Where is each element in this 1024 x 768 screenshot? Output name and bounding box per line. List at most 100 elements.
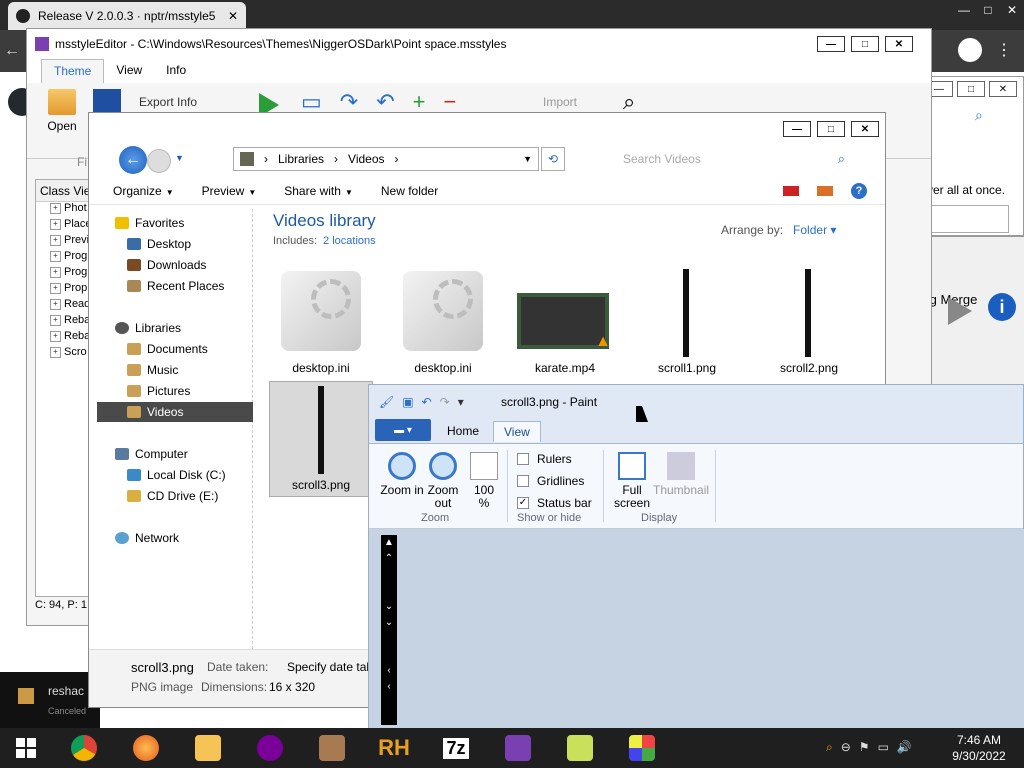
paint-menu-button[interactable]: ▬ ▾ bbox=[375, 419, 431, 441]
close-tab-icon[interactable]: ✕ bbox=[228, 9, 238, 23]
search-input[interactable]: Search Videos ⌕ bbox=[613, 147, 853, 171]
browser-tab[interactable]: Release V 2.0.0.3 · nptr/msstyle5 ✕ bbox=[8, 2, 246, 30]
tab-theme[interactable]: Theme bbox=[41, 59, 105, 83]
nav-pictures[interactable]: Pictures bbox=[127, 381, 283, 401]
info-icon[interactable]: i bbox=[988, 293, 1016, 321]
full-screen-button[interactable]: Full screen bbox=[609, 452, 655, 510]
taskbar-paint[interactable] bbox=[622, 732, 662, 764]
forward-button[interactable] bbox=[147, 149, 171, 173]
bg-maximize-button[interactable]: □ bbox=[957, 81, 985, 97]
zoom-in-button[interactable]: Zoom in bbox=[379, 452, 425, 497]
account-icon[interactable] bbox=[958, 38, 982, 62]
browser-back-icon[interactable]: ← bbox=[4, 42, 20, 60]
start-button[interactable] bbox=[6, 732, 46, 764]
tree-item[interactable]: Previ bbox=[36, 234, 94, 250]
back-button[interactable]: ← bbox=[119, 146, 147, 174]
redo-icon[interactable]: ↷ bbox=[440, 395, 450, 409]
taskbar-reshack-app[interactable] bbox=[312, 732, 352, 764]
help-icon[interactable]: ? bbox=[851, 183, 867, 199]
tree-item[interactable]: Read bbox=[36, 298, 94, 314]
nav-network[interactable]: Network bbox=[115, 528, 271, 548]
nav-documents[interactable]: Documents bbox=[127, 339, 283, 359]
locations-link[interactable]: 2 locations bbox=[323, 235, 376, 247]
new-folder-button[interactable]: New folder bbox=[381, 184, 438, 198]
save-icon[interactable]: ▣ bbox=[402, 395, 413, 409]
preview-pane-icon[interactable] bbox=[817, 186, 833, 196]
recent-pages-dropdown[interactable]: ▼ bbox=[175, 153, 184, 163]
close-button[interactable]: ✕ bbox=[885, 36, 913, 52]
paint-canvas-area[interactable]: ▲ ⌃ ⌄ ⌄ ‹ ‹ bbox=[369, 529, 1024, 729]
taskbar-7zip[interactable]: 7z bbox=[436, 732, 476, 764]
nav-local-disk[interactable]: Local Disk (C:) bbox=[127, 465, 283, 485]
taskbar-msstyle-editor[interactable] bbox=[498, 732, 538, 764]
play-icon[interactable] bbox=[948, 297, 972, 325]
tree-item[interactable]: Scro bbox=[36, 346, 94, 362]
customize-quick-access-icon[interactable]: ▾ bbox=[458, 395, 464, 409]
tree-item[interactable]: Phot bbox=[36, 202, 94, 218]
nav-desktop[interactable]: Desktop bbox=[127, 234, 283, 254]
browser-maximize-button[interactable]: □ bbox=[976, 0, 1000, 20]
import-button[interactable]: Import bbox=[543, 95, 577, 109]
file-item[interactable]: karate.mp4 bbox=[513, 265, 617, 375]
organize-button[interactable]: Organize ▼ bbox=[113, 184, 174, 198]
thumbnail-button[interactable]: Thumbnail bbox=[653, 452, 709, 497]
reshack-notification[interactable]: reshac Canceled bbox=[0, 672, 100, 728]
taskbar-firefox[interactable] bbox=[126, 732, 166, 764]
minimize-button[interactable]: — bbox=[783, 121, 811, 137]
taskbar-yahoo[interactable] bbox=[250, 732, 290, 764]
bg-close-button[interactable]: ✕ bbox=[989, 81, 1017, 97]
nav-favorites[interactable]: Favorites bbox=[115, 213, 271, 233]
status-bar-checkbox[interactable]: ✓ Status bar bbox=[517, 496, 592, 510]
arrange-by-dropdown[interactable]: Folder ▾ bbox=[793, 223, 836, 237]
bg-text-field[interactable] bbox=[923, 205, 1009, 233]
rulers-checkbox[interactable]: Rulers bbox=[517, 452, 572, 466]
nav-downloads[interactable]: Downloads bbox=[127, 255, 283, 275]
file-item-selected[interactable]: scroll3.png bbox=[269, 381, 373, 497]
tree-item[interactable]: Place bbox=[36, 218, 94, 234]
search-tray-icon[interactable]: ⌕ bbox=[826, 740, 833, 755]
preview-button[interactable]: Preview ▼ bbox=[202, 184, 257, 198]
tree-item[interactable]: Prop bbox=[36, 282, 94, 298]
taskbar-rh[interactable]: RH bbox=[374, 732, 414, 764]
address-dropdown-icon[interactable]: ▼ bbox=[523, 154, 532, 164]
nav-videos[interactable]: Videos bbox=[97, 402, 253, 422]
tab-info[interactable]: Info bbox=[154, 59, 198, 83]
tab-view[interactable]: View bbox=[493, 421, 541, 442]
file-item[interactable]: scroll1.png bbox=[635, 265, 739, 375]
tree-item[interactable]: Prog bbox=[36, 266, 94, 282]
breadcrumb-videos[interactable]: Videos bbox=[348, 152, 384, 166]
file-item[interactable]: scroll2.png bbox=[757, 265, 861, 375]
refresh-button[interactable]: ⟲ bbox=[541, 147, 565, 171]
nav-libraries[interactable]: Libraries bbox=[115, 318, 271, 338]
maximize-button[interactable]: □ bbox=[851, 36, 879, 52]
zoom-out-button[interactable]: Zoom out bbox=[423, 452, 463, 510]
close-button[interactable]: ✕ bbox=[851, 121, 879, 137]
tree-item[interactable]: Reba bbox=[36, 330, 94, 346]
export-info-button[interactable]: Export Info bbox=[139, 95, 197, 109]
maximize-button[interactable]: □ bbox=[817, 121, 845, 137]
minimize-button[interactable]: — bbox=[817, 36, 845, 52]
more-menu-icon[interactable]: ⋮ bbox=[996, 40, 1012, 60]
file-item[interactable]: desktop.ini bbox=[269, 265, 373, 375]
gridlines-checkbox[interactable]: Gridlines bbox=[517, 474, 584, 488]
breadcrumb-libraries[interactable]: Libraries bbox=[278, 152, 324, 166]
tree-item[interactable]: Prog bbox=[36, 250, 94, 266]
undo-icon[interactable]: ↶ bbox=[422, 395, 432, 409]
tab-home[interactable]: Home bbox=[437, 421, 489, 441]
search-icon[interactable]: ⌕ bbox=[975, 107, 983, 124]
tab-view[interactable]: View bbox=[104, 59, 154, 83]
browser-minimize-button[interactable]: — bbox=[952, 0, 976, 20]
nav-cd-drive[interactable]: CD Drive (E:) bbox=[127, 486, 283, 506]
minus-tray-icon[interactable]: ⊖ bbox=[841, 740, 851, 755]
volume-tray-icon[interactable]: 🔊 bbox=[897, 740, 912, 755]
taskbar-notes[interactable] bbox=[560, 732, 600, 764]
search-icon[interactable]: ⌕ bbox=[838, 151, 845, 167]
flag-tray-icon[interactable]: ⚑ bbox=[859, 740, 870, 755]
nav-music[interactable]: Music bbox=[127, 360, 283, 380]
taskbar-clock[interactable]: 7:46 AM 9/30/2022 bbox=[944, 732, 1014, 764]
taskbar-explorer[interactable] bbox=[188, 732, 228, 764]
taskbar-chrome[interactable] bbox=[64, 732, 104, 764]
file-item[interactable]: desktop.ini bbox=[391, 265, 495, 375]
address-bar[interactable]: › Libraries › Videos › ▼ bbox=[233, 147, 539, 171]
network-tray-icon[interactable]: ▭ bbox=[878, 740, 889, 755]
